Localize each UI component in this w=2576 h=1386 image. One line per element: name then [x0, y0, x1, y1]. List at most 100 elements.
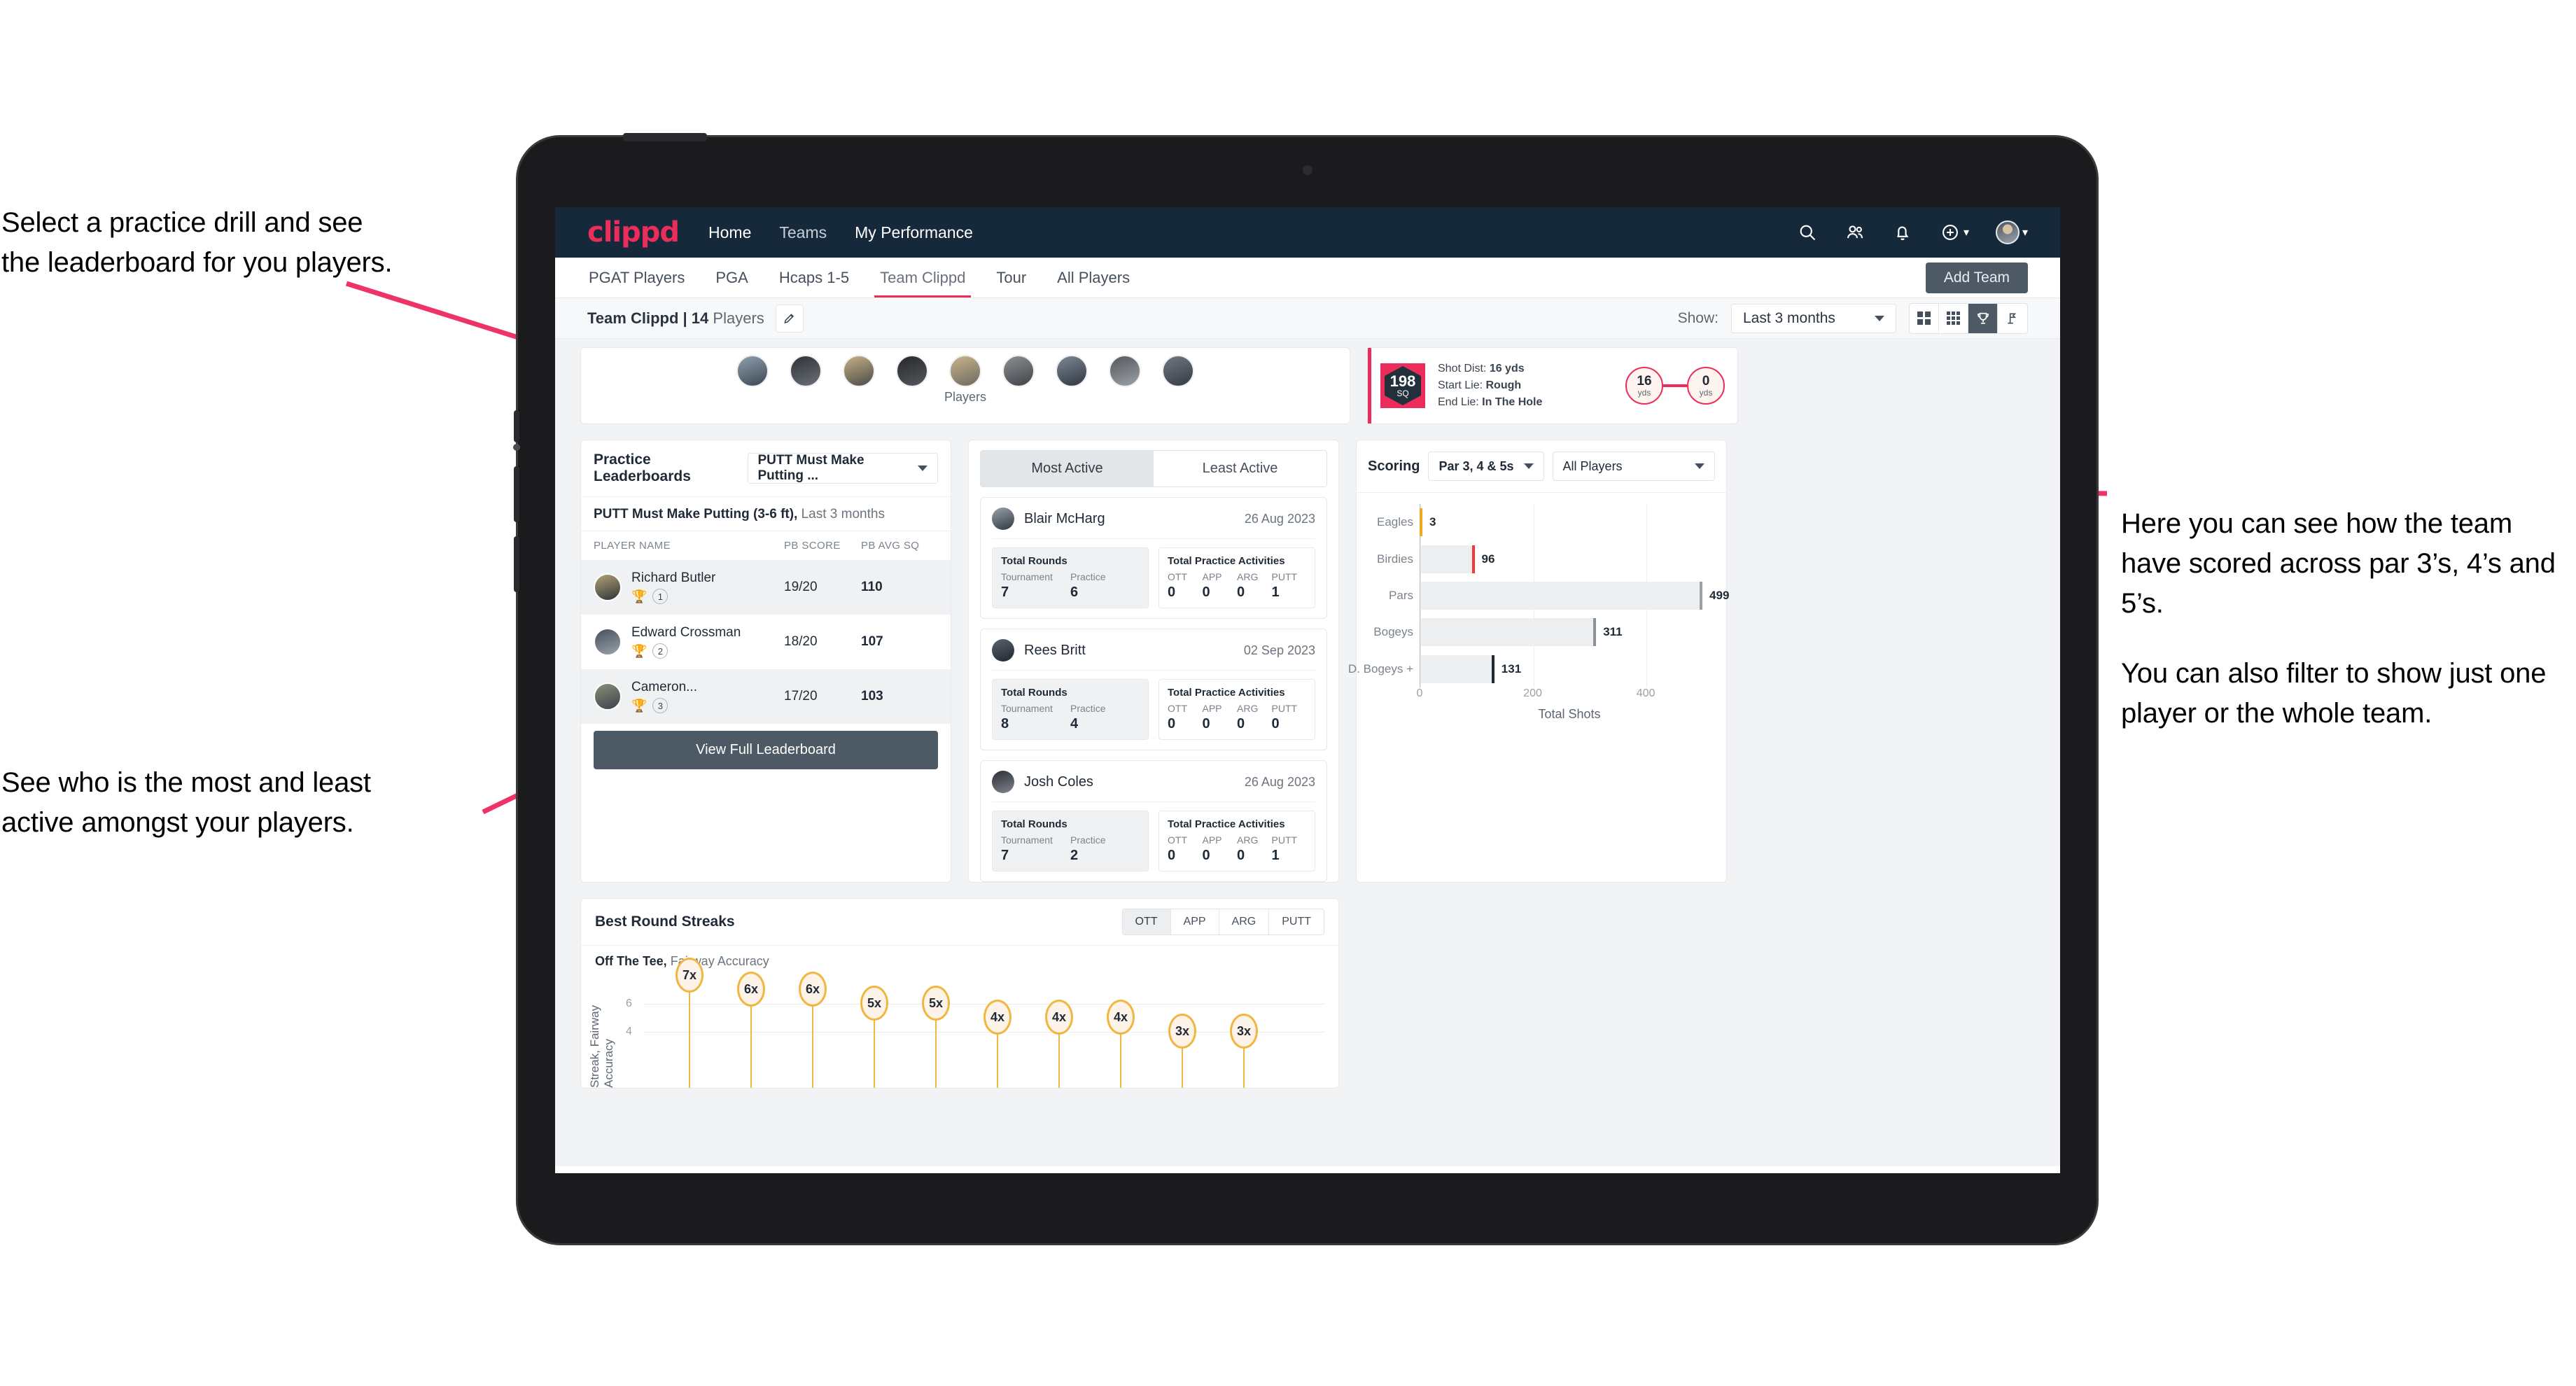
search-icon[interactable] [1797, 222, 1818, 243]
dense-grid-icon[interactable] [1939, 303, 1968, 333]
tab-pga[interactable]: PGA [714, 259, 749, 297]
bar-cap [1471, 545, 1475, 573]
screen: clippd Home Teams My Performance ▾ ▾ PGA… [555, 207, 2060, 1173]
avatar[interactable] [1995, 220, 2019, 244]
avatar[interactable] [843, 355, 875, 387]
team-name: Team Clippd [587, 309, 679, 327]
player-filter-select[interactable]: All Players [1552, 451, 1715, 481]
table-row[interactable]: Edward Crossman 🏆 2 18/20 107 [581, 615, 951, 669]
show-label: Show: [1677, 309, 1718, 326]
clippd-logo[interactable]: clippd [587, 216, 680, 248]
streak-stem: 6x [799, 972, 827, 1088]
streak-marker[interactable]: 6x [737, 972, 765, 1007]
streak-marker[interactable]: 3x [1230, 1014, 1258, 1049]
player-name: Cameron... [631, 680, 697, 694]
streak-marker[interactable]: 6x [799, 972, 827, 1007]
avatar[interactable] [949, 355, 981, 387]
bar-category-label: Bogeys [1373, 625, 1413, 639]
tab-most-active[interactable]: Most Active [981, 451, 1154, 486]
bar-category-label: D. Bogeys + [1348, 662, 1413, 676]
bell-icon[interactable] [1892, 222, 1913, 243]
end-distance-unit: yds [1699, 387, 1713, 398]
tab-arg[interactable]: ARG [1219, 909, 1270, 934]
pb-avg-sq-value: 107 [861, 634, 883, 649]
stat-label: Tournament [1001, 703, 1053, 714]
total-rounds-box: Total Rounds Tournament 7 Practice 6 [992, 547, 1149, 608]
nav-link-teams[interactable]: Teams [779, 223, 827, 242]
section-tabs: PGAT Players PGA Hcaps 1-5 Team Clippd T… [555, 258, 2060, 298]
streak-marker[interactable]: 4x [1045, 1000, 1073, 1035]
rounds-stats: Tournament 8 Practice 4 [1001, 703, 1140, 732]
flag-icon[interactable] [1998, 304, 2027, 333]
streak-marker[interactable]: 3x [1168, 1014, 1196, 1049]
stat-value: 0 [1237, 716, 1245, 732]
team-subheader: Team Clippd | 14 Players Show: Last 3 mo… [555, 298, 2060, 339]
stat: Practice 6 [1070, 571, 1140, 601]
avatar[interactable] [1162, 355, 1194, 387]
plus-circle-menu[interactable]: ▾ [1940, 222, 1969, 243]
volume-up-button[interactable] [514, 410, 519, 442]
power-button[interactable] [623, 133, 707, 141]
tab-ott[interactable]: OTT [1122, 909, 1171, 934]
avatar[interactable] [1002, 355, 1035, 387]
stat-value: 2 [1070, 848, 1079, 863]
nav-link-home[interactable]: Home [708, 223, 751, 242]
period-select[interactable]: Last 3 months [1731, 303, 1896, 333]
add-team-button[interactable]: Add Team [1925, 262, 2028, 293]
trophy-icon: 🏆 [631, 643, 648, 658]
avatar[interactable] [736, 355, 769, 387]
column-pb-avg-sq: PB AVG SQ [861, 540, 920, 552]
scoring-card: Scoring Par 3, 4 & 5s All Players Eagles… [1348, 440, 1729, 883]
trophy-icon[interactable] [1968, 303, 1998, 333]
tab-putt[interactable]: PUTT [1269, 909, 1324, 934]
tab-least-active[interactable]: Least Active [1154, 451, 1326, 486]
streak-marker[interactable]: 4x [983, 1000, 1011, 1035]
streaks-category-tabs: OTT APP ARG PUTT [1121, 909, 1324, 935]
activity-card-body: Total Rounds Tournament 7 Practice 6 Total… [992, 538, 1315, 608]
table-row[interactable]: Cameron... 🏆 3 17/20 103 [581, 669, 951, 724]
activity-card-body: Total Rounds Tournament 8 Practice 4 Total… [992, 670, 1315, 740]
tab-app[interactable]: APP [1170, 909, 1219, 934]
stat-value: 0 [1168, 716, 1176, 732]
best-round-streaks-card: Best Round Streaks OTT APP ARG PUTT Off … [580, 898, 1339, 1088]
stat-label: Practice [1070, 834, 1106, 846]
par-filter-select[interactable]: Par 3, 4 & 5s [1428, 451, 1544, 481]
bar-cap [1420, 508, 1422, 537]
profile-menu[interactable]: ▾ [1995, 220, 2028, 244]
drill-select[interactable]: PUTT Must Make Putting ... [747, 453, 938, 484]
tab-pgat-players[interactable]: PGAT Players [587, 259, 686, 297]
tab-hcaps-1-5[interactable]: Hcaps 1-5 [778, 259, 850, 297]
view-mode-toggle[interactable] [1909, 302, 2028, 334]
plus-circle-icon[interactable] [1940, 222, 1961, 243]
tab-all-players[interactable]: All Players [1056, 259, 1131, 297]
chevron-down-icon: ▾ [1963, 227, 1969, 239]
edit-team-button[interactable] [775, 304, 804, 332]
list-item[interactable]: Rees Britt 02 Sep 2023 Total Rounds Tour… [980, 629, 1327, 750]
list-item[interactable]: Blair McHarg 26 Aug 2023 Total Rounds To… [980, 497, 1327, 619]
table-row[interactable]: Richard Butler 🏆 1 19/20 110 [581, 560, 951, 615]
people-icon[interactable] [1844, 222, 1865, 243]
avatar[interactable] [896, 355, 928, 387]
streak-marker[interactable]: 5x [860, 986, 888, 1021]
view-full-leaderboard-button[interactable]: View Full Leaderboard [594, 731, 938, 769]
streak-marker[interactable]: 7x [676, 958, 704, 993]
streak-marker[interactable]: 5x [922, 986, 950, 1021]
streak-marker[interactable]: 4x [1107, 1000, 1135, 1035]
shot-dist-value: 16 yds [1489, 363, 1525, 374]
nav-link-my-performance[interactable]: My Performance [855, 223, 973, 242]
avatar[interactable] [1056, 355, 1088, 387]
side-button[interactable] [514, 536, 519, 592]
rank-badge: 2 [652, 643, 668, 659]
avatar[interactable] [1109, 355, 1141, 387]
avatar[interactable] [790, 355, 822, 387]
bar-row: D. Bogeys + 131 [1348, 654, 1521, 683]
tab-team-clippd[interactable]: Team Clippd [874, 259, 972, 298]
grid-view-icon[interactable] [1910, 303, 1939, 333]
drill-period: Last 3 months [797, 507, 885, 522]
tab-tour[interactable]: Tour [995, 259, 1028, 297]
volume-down-button[interactable] [514, 466, 519, 522]
total-practice-title: Total Practice Activities [1168, 818, 1285, 830]
list-item[interactable]: Josh Coles 26 Aug 2023 Total Rounds Tour… [980, 760, 1327, 882]
activity-card-header: Rees Britt 02 Sep 2023 [992, 639, 1315, 662]
pencil-attach-dot [513, 444, 520, 451]
